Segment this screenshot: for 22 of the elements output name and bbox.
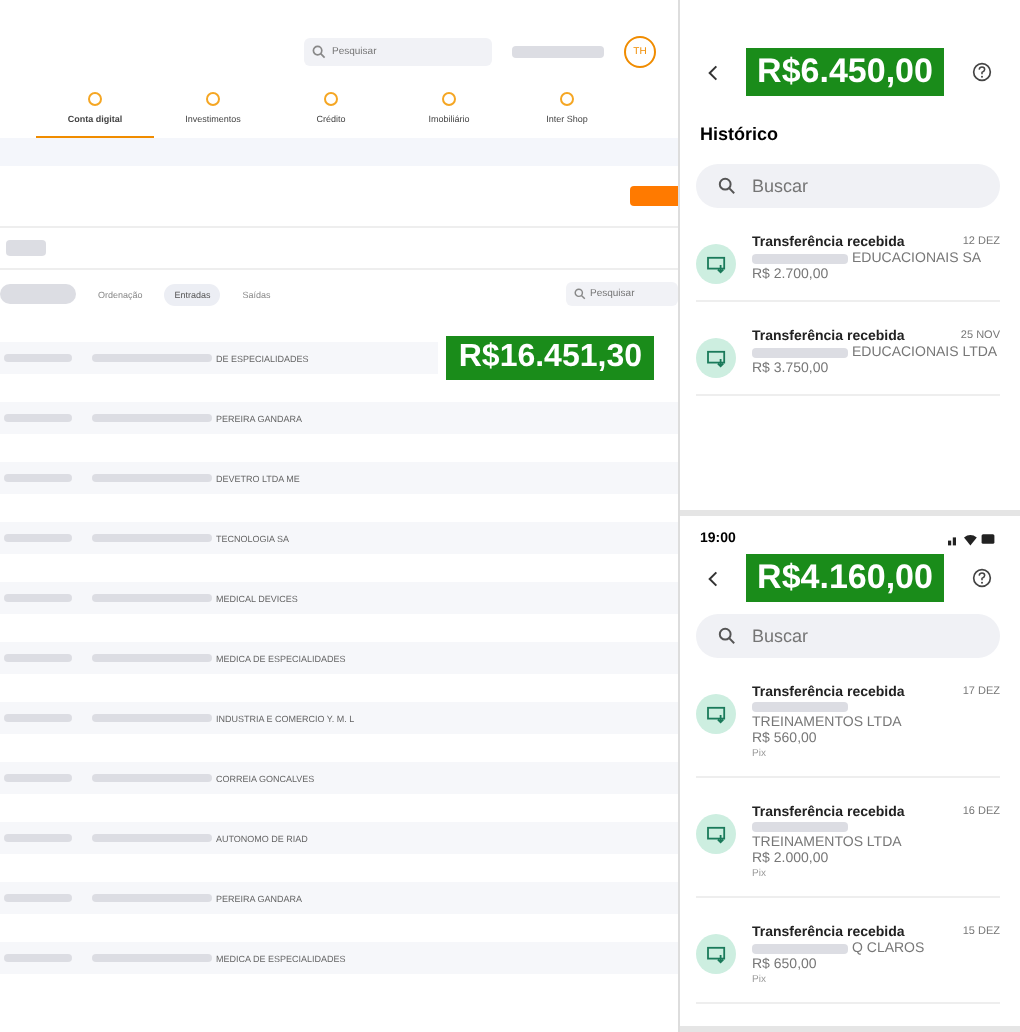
search-icon xyxy=(312,45,326,59)
highlighted-amount: R$16.451,30 xyxy=(446,336,654,380)
redacted-balance xyxy=(6,240,46,256)
section-heading: Histórico xyxy=(698,122,781,148)
status-icons xyxy=(948,532,996,546)
search-field[interactable]: Buscar xyxy=(696,614,1000,658)
search-icon xyxy=(718,177,736,195)
transfer-icon xyxy=(696,338,736,378)
transfer-icon xyxy=(696,934,736,974)
highlighted-amount: R$4.160,00 xyxy=(745,554,945,602)
search-icon xyxy=(718,627,736,645)
transfer-icon xyxy=(696,814,736,854)
help-icon[interactable] xyxy=(972,568,992,588)
redacted-field xyxy=(512,46,604,58)
search-icon xyxy=(574,288,586,300)
transfer-icon xyxy=(696,244,736,284)
back-icon[interactable] xyxy=(708,569,718,587)
highlighted-amount: R$6.450,00 xyxy=(745,48,945,96)
help-icon[interactable] xyxy=(972,62,992,82)
back-icon[interactable] xyxy=(708,63,718,81)
search-field[interactable]: Buscar xyxy=(696,164,1000,208)
transfer-icon xyxy=(696,694,736,734)
